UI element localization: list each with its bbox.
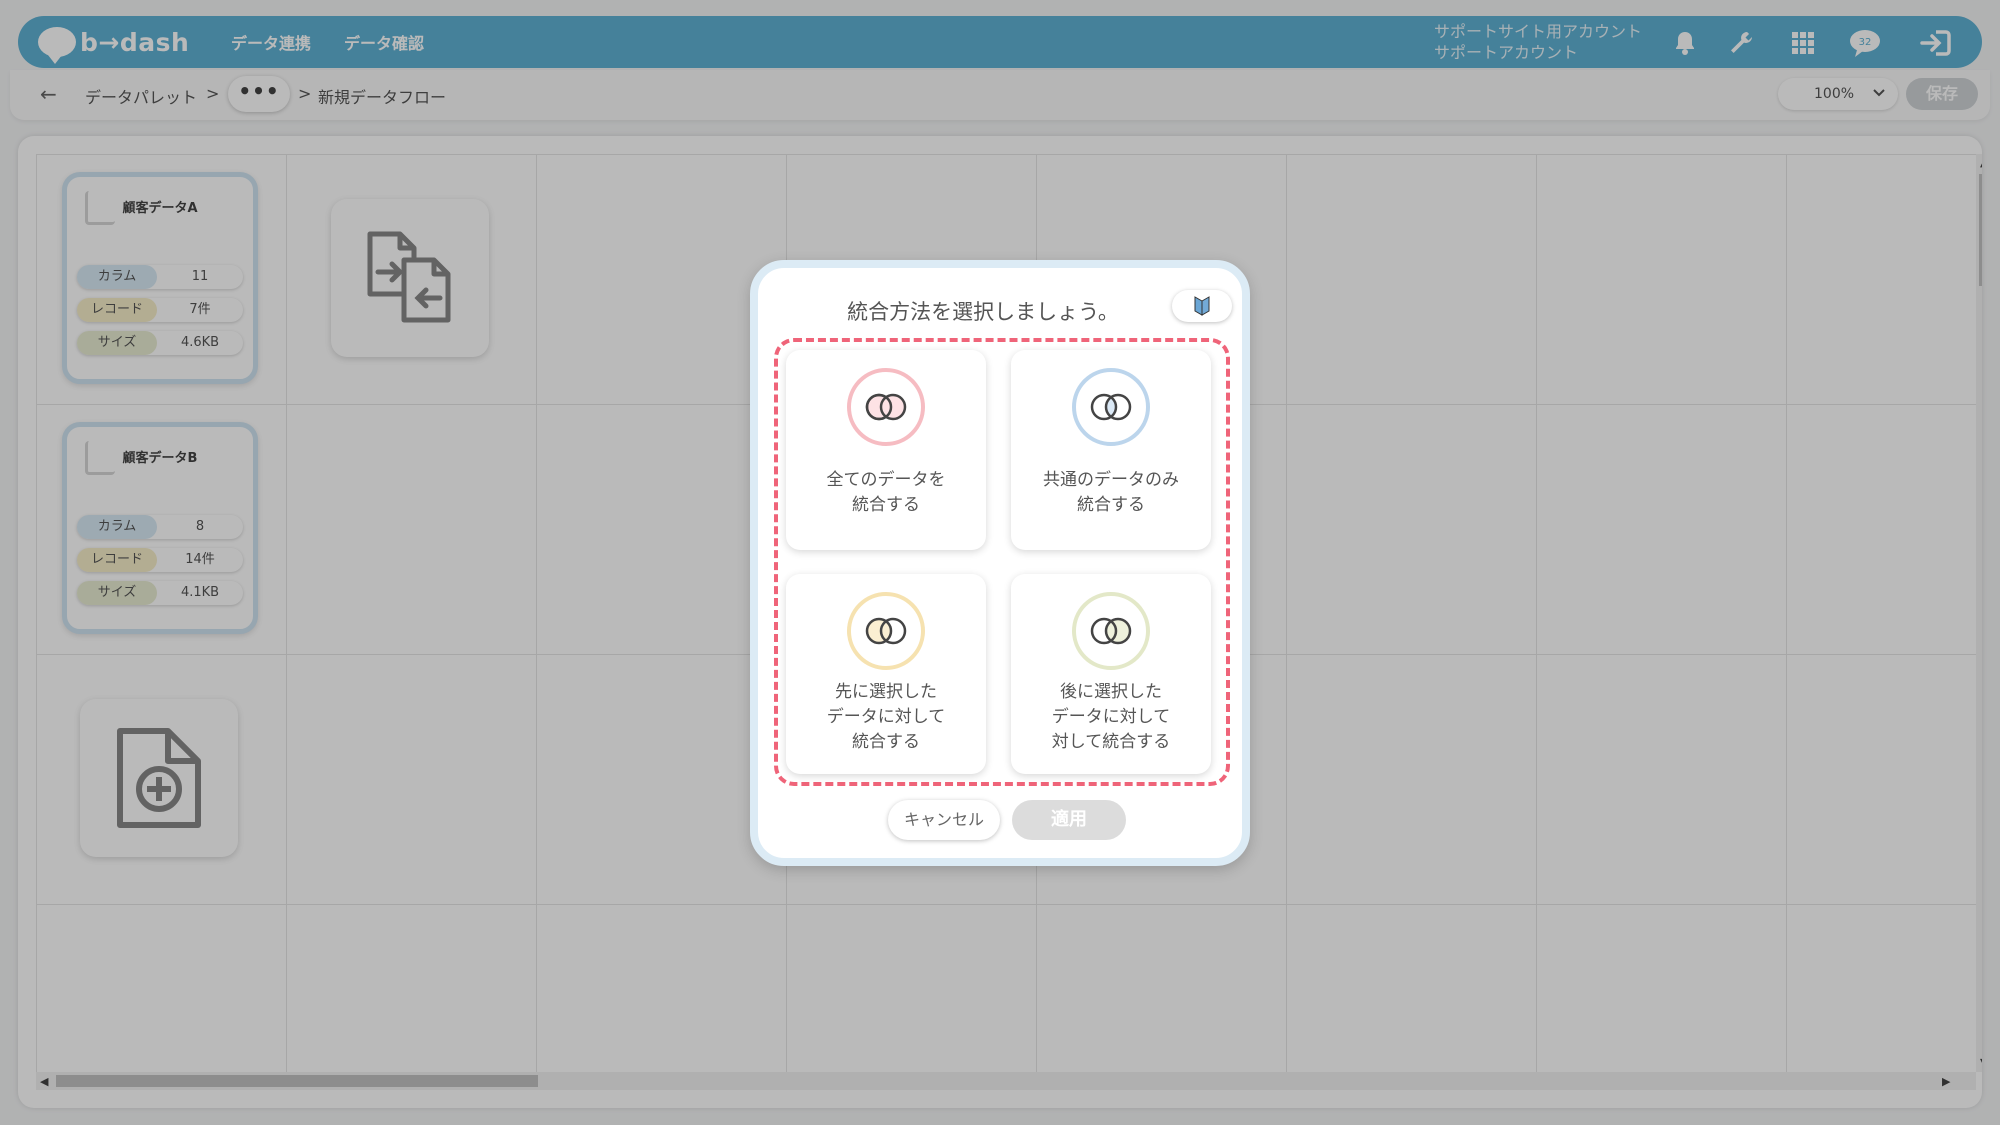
option-merge-all[interactable]: 全てのデータを 統合する <box>786 350 986 550</box>
cancel-button[interactable]: キャンセル <box>888 800 1000 840</box>
beginner-help-button[interactable] <box>1172 290 1232 322</box>
venn-icon-left <box>847 592 925 670</box>
option-merge-left[interactable]: 先に選択した データに対して 統合する <box>786 574 986 774</box>
option-merge-common[interactable]: 共通のデータのみ 統合する <box>1011 350 1211 550</box>
option-merge-right[interactable]: 後に選択した データに対して 対して統合する <box>1011 574 1211 774</box>
venn-icon-full-outer <box>847 368 925 446</box>
venn-icon-right <box>1072 592 1150 670</box>
venn-icon-inner <box>1072 368 1150 446</box>
option-label: 共通のデータのみ 統合する <box>1043 470 1179 515</box>
option-label: 全てのデータを 統合する <box>826 470 946 515</box>
beginner-mark-icon <box>1194 296 1210 316</box>
dialog-title: 統合方法を選択しましょう。 <box>847 300 1119 324</box>
option-label: 先に選択した データに対して 統合する <box>826 682 946 752</box>
merge-method-dialog: 統合方法を選択しましょう。 全てのデータを 統合する 共通のデータのみ 統合する… <box>750 260 1250 866</box>
option-label: 後に選択した データに対して 対して統合する <box>1051 682 1171 752</box>
apply-button[interactable]: 適用 <box>1012 800 1126 840</box>
